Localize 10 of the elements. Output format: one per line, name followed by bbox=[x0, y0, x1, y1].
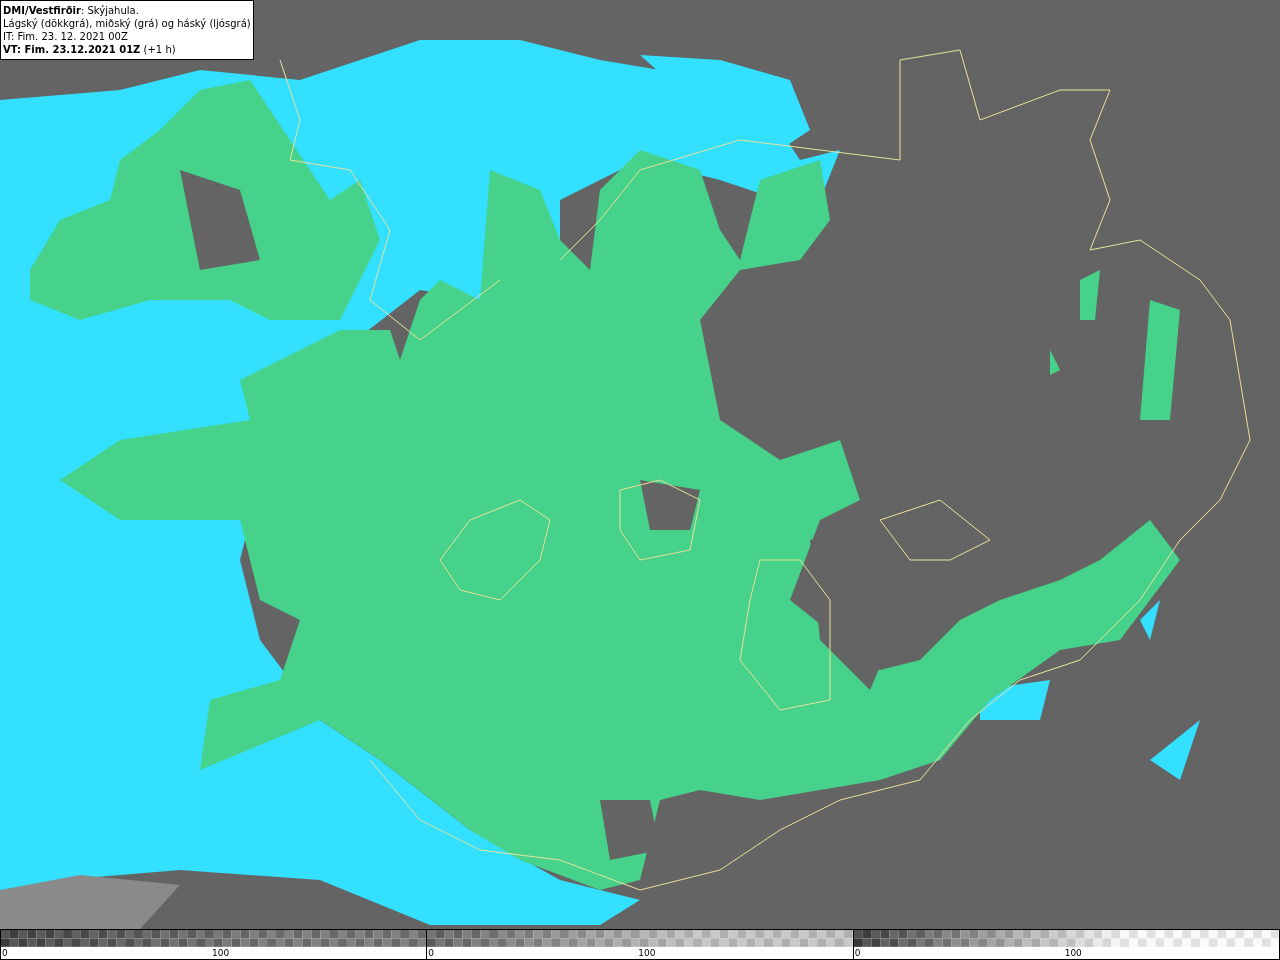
legend-text: DMI/Vestfirðir: Skýjahula. bbox=[3, 4, 140, 17]
scale-label: 0 bbox=[428, 946, 435, 960]
scale-label: 0 bbox=[2, 946, 8, 960]
legend-text: IT: Fim. 23. 12. 2021 00Z bbox=[3, 30, 129, 43]
scale-label: 100 bbox=[212, 946, 230, 960]
scale-label: 0 bbox=[854, 946, 861, 960]
scale-label: 100 bbox=[638, 946, 656, 960]
legend-text: Lágský (dökkgrá), miðský (grá) og háský (ljósgrá) bbox=[3, 17, 251, 30]
legend-text: VT: Fim. 23.12.2021 01Z (+1 h) bbox=[3, 43, 177, 56]
scale-label: 100 bbox=[1064, 946, 1082, 960]
